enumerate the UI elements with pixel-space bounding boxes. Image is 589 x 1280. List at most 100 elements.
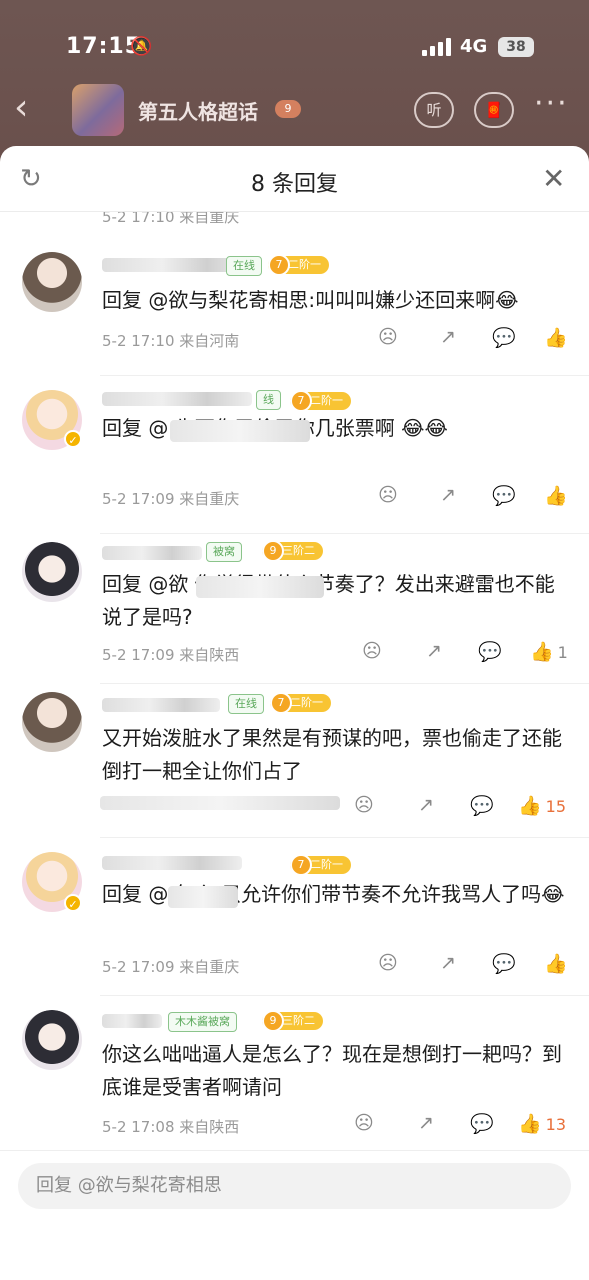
level-badge: 7 二阶一 bbox=[268, 254, 329, 276]
like-icon[interactable]: 👍 bbox=[544, 952, 572, 975]
dislike-icon[interactable]: ☹ bbox=[378, 484, 398, 506]
topic-level-badge: 9 bbox=[275, 100, 301, 118]
level-number: 9 bbox=[262, 540, 284, 562]
comment-icon[interactable]: 💬 bbox=[478, 640, 502, 663]
level-number: 7 bbox=[290, 854, 312, 876]
comment-actions: ☹ ↗ 💬 👍 bbox=[0, 326, 589, 352]
comment-body: 回复 @欲与梨花寄相思:叫叫叫嫌少还回来啊😂 bbox=[102, 288, 519, 312]
level-label: 二阶一 bbox=[288, 258, 321, 271]
online-badge: 木木酱被窝 bbox=[168, 1012, 237, 1032]
level-label: 三阶二 bbox=[282, 544, 315, 557]
listen-icon[interactable]: 听 bbox=[414, 92, 454, 128]
level-number: 7 bbox=[268, 254, 290, 276]
redaction-overlay bbox=[196, 576, 324, 598]
mute-bell-icon: 🔕 bbox=[130, 36, 153, 57]
share-icon[interactable]: ↗ bbox=[418, 1112, 434, 1134]
battery-indicator: 38 bbox=[498, 37, 534, 57]
comment-icon[interactable]: 💬 bbox=[492, 326, 516, 349]
red-packet-icon[interactable]: 🧧 bbox=[474, 92, 514, 128]
more-icon[interactable]: ··· bbox=[534, 86, 569, 121]
online-badge: 在线 bbox=[228, 694, 264, 714]
sheet-header: ↻ 8 条回复 ✕ bbox=[0, 146, 589, 212]
avatar[interactable] bbox=[22, 1010, 82, 1070]
like-count: 1 bbox=[557, 643, 568, 662]
comment-item: ✓ 线 7二阶一 回复 @ 先死你了偷了你几张票啊 😂😂 5-2 17:09 来… bbox=[0, 376, 589, 534]
share-icon[interactable]: ↗ bbox=[440, 952, 456, 974]
like-icon[interactable]: 👍 1 bbox=[530, 640, 568, 663]
sheet-title: 8 条回复 bbox=[251, 172, 338, 197]
partial-comment-row: 5-2 17:10 来自重庆 bbox=[0, 212, 589, 226]
verified-badge-icon: ✓ bbox=[64, 894, 82, 912]
level-badge: 9 三阶二 bbox=[262, 1010, 323, 1032]
topic-title[interactable]: 第五人格超话 bbox=[138, 96, 258, 125]
comment-item: ✓ 7 二阶一 回复 @ 怎么 只允许你们带节奏不允许我骂人了吗😂 5-2 17:… bbox=[0, 838, 589, 996]
network-label: 4G bbox=[460, 36, 488, 57]
like-icon[interactable]: 👍 bbox=[544, 484, 572, 507]
comment-icon[interactable]: 💬 bbox=[492, 484, 516, 507]
reply-input[interactable]: 回复 @欲与梨花寄相思 bbox=[18, 1163, 571, 1209]
share-icon[interactable]: ↗ bbox=[418, 794, 434, 816]
comment-body: 回复 @欲 你觉得带什么节奏了？发出来避雷也不能说了是吗? bbox=[102, 572, 555, 629]
signal-icon bbox=[422, 38, 452, 56]
close-icon[interactable]: ✕ bbox=[542, 162, 565, 195]
share-icon[interactable]: ↗ bbox=[426, 640, 442, 662]
username-redacted[interactable] bbox=[102, 392, 252, 406]
comment-icon[interactable]: 💬 bbox=[492, 952, 516, 975]
level-label: 二阶一 bbox=[310, 394, 343, 407]
level-badge: 9 三阶二 bbox=[262, 540, 323, 562]
username-redacted[interactable] bbox=[102, 856, 242, 870]
comment-meta: 5-2 17:10 来自重庆 bbox=[102, 212, 240, 226]
level-number: 7 bbox=[290, 390, 312, 412]
dislike-icon[interactable]: ☹ bbox=[362, 640, 382, 662]
replies-sheet: ↻ 8 条回复 ✕ 5-2 17:10 来自重庆 在线 7 二阶一 回复 @欲与梨… bbox=[0, 146, 589, 1280]
level-badge: 7 二阶一 bbox=[290, 390, 351, 412]
back-arrow-icon[interactable]: ‹ bbox=[14, 88, 28, 128]
level-label: 二阶一 bbox=[290, 696, 323, 709]
comment-icon[interactable]: 💬 bbox=[470, 794, 494, 817]
comment-body: 你这么咄咄逼人是怎么了？现在是想倒打一耙吗？到底谁是受害者啊请问 bbox=[102, 1042, 562, 1099]
dislike-icon[interactable]: ☹ bbox=[354, 1112, 374, 1134]
like-icon[interactable]: 👍 bbox=[544, 326, 572, 349]
comment-item: 在线 7 二阶一 回复 @欲与梨花寄相思:叫叫叫嫌少还回来啊😂 5-2 17:10… bbox=[0, 226, 589, 376]
comment-item: 在线 7 二阶一 又开始泼脏水了果然是有预谋的吧，票也偷走了还能倒打一耙全让你们占… bbox=[0, 684, 589, 838]
level-number: 9 bbox=[262, 1010, 284, 1032]
like-icon[interactable]: 👍 13 bbox=[518, 1112, 566, 1135]
level-badge: 7 二阶一 bbox=[270, 692, 331, 714]
comment-icon[interactable]: 💬 bbox=[470, 1112, 494, 1135]
online-badge: 被窝 bbox=[206, 542, 242, 562]
redaction-overlay bbox=[170, 420, 310, 442]
topic-avatar[interactable] bbox=[72, 84, 124, 136]
level-badge: 7 二阶一 bbox=[290, 854, 351, 876]
avatar[interactable] bbox=[22, 692, 82, 752]
avatar[interactable] bbox=[22, 542, 82, 602]
online-badge: 线 bbox=[256, 390, 281, 410]
comment-actions: ☹ ↗ 💬 👍 bbox=[0, 484, 589, 510]
online-badge: 在线 bbox=[226, 256, 262, 276]
share-icon[interactable]: ↗ bbox=[440, 326, 456, 348]
comment-actions: ☹ ↗ 💬 👍 1 bbox=[0, 640, 589, 666]
comment-actions: ☹ ↗ 💬 👍 bbox=[0, 952, 589, 978]
comment-body: 又开始泼脏水了果然是有预谋的吧，票也偷走了还能倒打一耙全让你们占了 bbox=[102, 726, 562, 783]
username-redacted[interactable] bbox=[102, 546, 202, 560]
dislike-icon[interactable]: ☹ bbox=[378, 326, 398, 348]
level-number: 7 bbox=[270, 692, 292, 714]
like-count: 13 bbox=[545, 1115, 567, 1134]
level-label: 三阶二 bbox=[282, 1014, 315, 1027]
redaction-overlay bbox=[168, 886, 238, 908]
share-icon[interactable]: ↗ bbox=[440, 484, 456, 506]
like-count: 15 bbox=[545, 797, 567, 816]
username-redacted[interactable] bbox=[102, 698, 220, 712]
level-label: 二阶一 bbox=[310, 858, 343, 871]
username-redacted[interactable] bbox=[102, 1014, 162, 1028]
like-icon[interactable]: 👍 15 bbox=[518, 794, 566, 817]
verified-badge-icon: ✓ bbox=[64, 430, 82, 448]
reply-bar: 回复 @欲与梨花寄相思 bbox=[0, 1150, 589, 1280]
avatar[interactable] bbox=[22, 252, 82, 312]
topic-nav-bar: ‹ 第五人格超话 9 听 🧧 ··· bbox=[0, 82, 589, 138]
comment-item: 木木酱被窝 9 三阶二 你这么咄咄逼人是怎么了？现在是想倒打一耙吗？到底谁是受害者… bbox=[0, 996, 589, 1150]
dislike-icon[interactable]: ☹ bbox=[354, 794, 374, 816]
dislike-icon[interactable]: ☹ bbox=[378, 952, 398, 974]
status-bar: 17:15 🔕 4G 38 bbox=[0, 28, 589, 68]
comment-item: 被窝 9 三阶二 回复 @欲 你觉得带什么节奏了？发出来避雷也不能说了是吗? 5-… bbox=[0, 534, 589, 684]
comment-actions: ☹ ↗ 💬 👍 13 bbox=[0, 1112, 589, 1138]
